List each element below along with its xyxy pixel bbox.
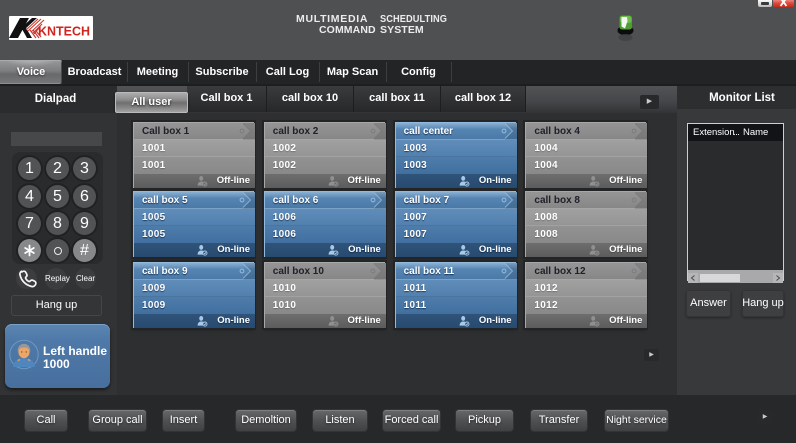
svg-text:KNTECH: KNTECH — [38, 24, 90, 39]
